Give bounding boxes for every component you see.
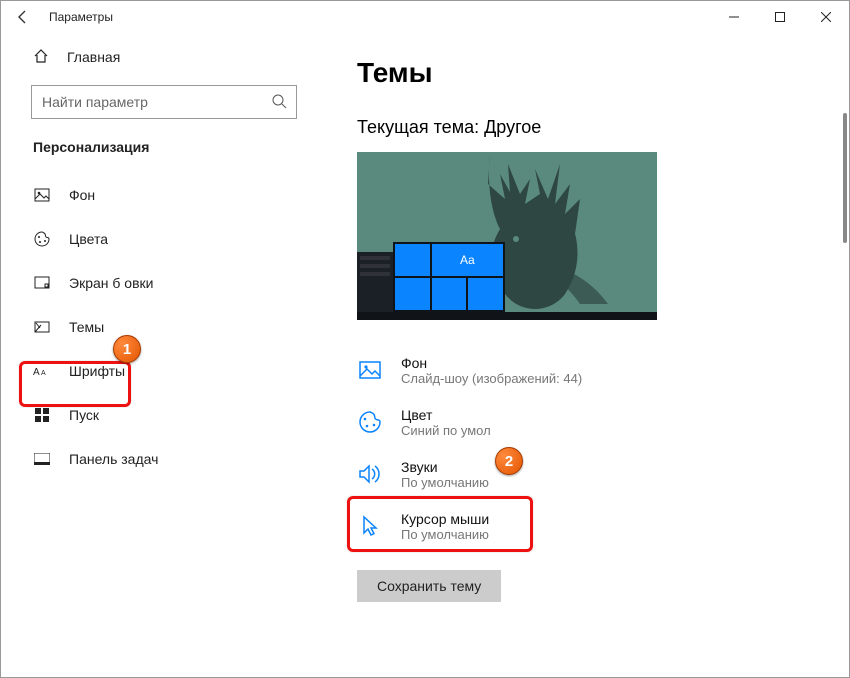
cursor-icon [357, 515, 383, 537]
setting-background[interactable]: Фон Слайд-шоу (изображений: 44) [357, 344, 849, 396]
page-title: Темы [357, 57, 849, 89]
setting-sub: Синий по умол [401, 423, 491, 438]
sidebar-home[interactable]: Главная [1, 39, 327, 75]
save-theme-button[interactable]: Сохранить тему [357, 570, 501, 602]
sidebar-item-start[interactable]: Пуск [1, 393, 327, 437]
sidebar-item-label: Пуск [69, 407, 99, 423]
sidebar-item-lockscreen[interactable]: Экран б овки [1, 261, 327, 305]
theme-preview[interactable]: Aa [357, 152, 657, 320]
main-content: Темы Текущая тема: Другое Aa [327, 33, 849, 677]
titlebar: Параметры [1, 1, 849, 33]
sound-icon [357, 463, 383, 485]
sidebar-item-label: Панель задач [69, 451, 158, 467]
setting-title: Фон [401, 355, 582, 371]
palette-icon [357, 411, 383, 433]
sidebar-item-label: Цвета [69, 231, 108, 247]
setting-title: Цвет [401, 407, 491, 423]
start-icon [33, 408, 51, 422]
sidebar-item-label: Темы [69, 319, 104, 335]
current-theme-label: Текущая тема: Другое [357, 117, 849, 138]
sidebar-item-taskbar[interactable]: Панель задач [1, 437, 327, 481]
setting-sub: По умолчанию [401, 475, 489, 490]
window-title: Параметры [49, 10, 113, 24]
sidebar-home-label: Главная [67, 49, 120, 65]
picture-icon [33, 187, 51, 203]
setting-color[interactable]: Цвет Синий по умол [357, 396, 849, 448]
sidebar-item-themes[interactable]: Темы [1, 305, 327, 349]
home-icon [33, 48, 49, 67]
scrollbar-thumb[interactable] [843, 113, 847, 243]
maximize-button[interactable] [757, 1, 803, 33]
sidebar: Главная Персонализация Фон Цвета Экран б… [1, 33, 327, 677]
setting-sub: По умолчанию [401, 527, 489, 542]
setting-title: Звуки [401, 459, 489, 475]
lockscreen-icon [33, 275, 51, 291]
sidebar-item-label: Фон [69, 187, 95, 203]
sidebar-item-label: Шрифты [69, 363, 125, 379]
search-icon [271, 93, 287, 114]
sidebar-item-background[interactable]: Фон [1, 173, 327, 217]
setting-sounds[interactable]: Звуки По умолчанию [357, 448, 849, 500]
sample-tile: Aa [432, 244, 503, 276]
sidebar-item-label: Экран б овки [69, 275, 153, 291]
setting-cursor[interactable]: Курсор мыши По умолчанию [357, 500, 849, 552]
svg-text:A: A [33, 367, 40, 378]
themes-icon [33, 319, 51, 335]
back-button[interactable] [13, 7, 33, 27]
sidebar-item-colors[interactable]: Цвета [1, 217, 327, 261]
search-wrap [31, 85, 297, 119]
sidebar-item-fonts[interactable]: AA Шрифты [1, 349, 327, 393]
taskbar-icon [33, 453, 51, 465]
setting-title: Курсор мыши [401, 511, 489, 527]
picture-icon [357, 359, 383, 381]
palette-icon [33, 231, 51, 247]
section-header: Персонализация [1, 139, 327, 173]
svg-text:A: A [41, 370, 46, 377]
close-button[interactable] [803, 1, 849, 33]
search-input[interactable] [31, 85, 297, 119]
setting-sub: Слайд-шоу (изображений: 44) [401, 371, 582, 386]
window-controls [711, 1, 849, 33]
minimize-button[interactable] [711, 1, 757, 33]
fonts-icon: AA [33, 364, 51, 378]
